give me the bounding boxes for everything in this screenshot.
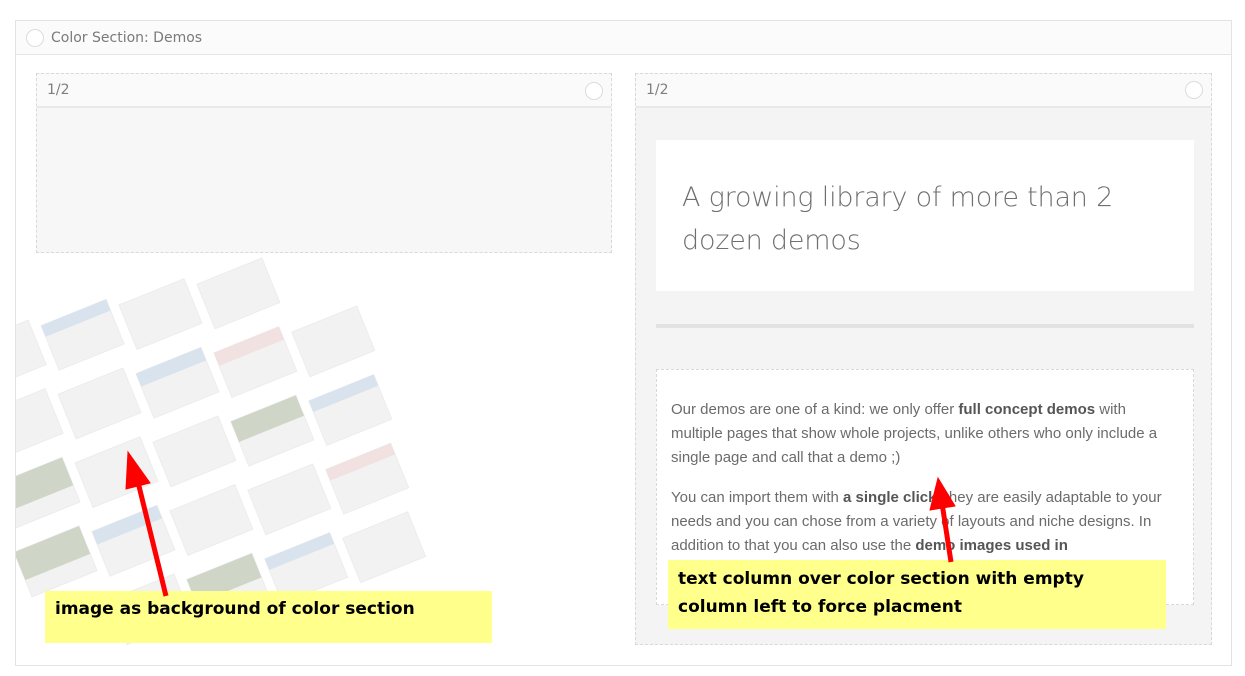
heading-module[interactable]: A growing library of more than 2 dozen d… bbox=[656, 140, 1194, 291]
section-title: Color Section: Demos bbox=[51, 29, 203, 46]
section-header[interactable]: Color Section: Demos bbox=[16, 21, 1231, 55]
right-column-header[interactable]: 1/2 bbox=[636, 74, 1211, 108]
paragraph-1: Our demos are one of a kind: we only off… bbox=[671, 401, 1158, 466]
left-column-label: 1/2 bbox=[47, 82, 70, 98]
left-column-toggle-icon[interactable] bbox=[585, 82, 603, 100]
section-toggle-icon[interactable] bbox=[26, 28, 44, 47]
paragraph-2: You can import them with a single click,… bbox=[671, 489, 1162, 554]
annotation-right: text column over color section with empt… bbox=[668, 560, 1166, 629]
column-toggle-icon[interactable] bbox=[1185, 81, 1203, 99]
divider-module[interactable] bbox=[656, 324, 1194, 328]
right-column-label: 1/2 bbox=[646, 82, 669, 98]
left-column[interactable]: 1/2 bbox=[36, 73, 612, 253]
annotation-left: image as background of color section bbox=[45, 591, 492, 643]
heading-text: A growing library of more than 2 dozen d… bbox=[682, 182, 1114, 256]
left-column-header[interactable]: 1/2 bbox=[37, 74, 611, 108]
